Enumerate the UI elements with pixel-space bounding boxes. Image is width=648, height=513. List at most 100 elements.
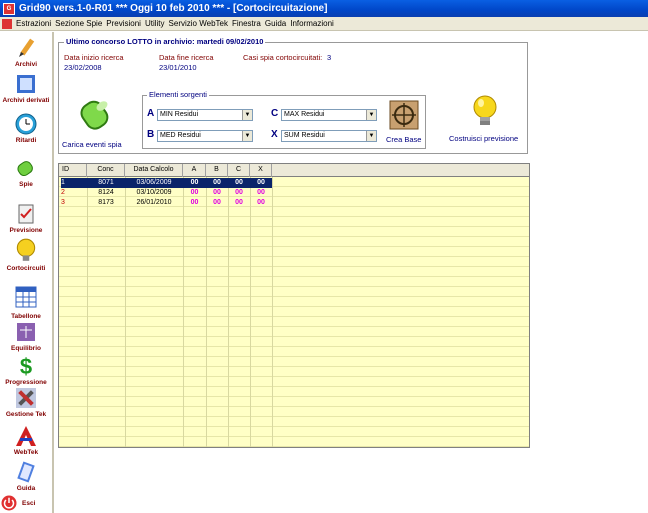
cell-a: 00 (183, 178, 206, 188)
sidebar-item-archivi[interactable]: Archivi (0, 36, 52, 68)
elementi-sorgenti-legend: Elementi sorgenti (147, 90, 209, 99)
combo-c[interactable]: MAX Residui ▼ (281, 109, 377, 121)
chevron-down-icon[interactable]: ▼ (366, 110, 376, 120)
notebook-icon (17, 75, 35, 93)
data-fine-value: 23/01/2010 (159, 63, 197, 72)
letter-b: B (147, 129, 155, 140)
costruisci-previsione-button[interactable] (470, 94, 500, 130)
sidebar-item-archivi-derivati[interactable]: Archivi derivati (0, 72, 52, 104)
col-x[interactable]: X (250, 164, 272, 177)
chevron-down-icon[interactable]: ▼ (242, 131, 252, 141)
menu-servizio-webtek[interactable]: Servizio WebTek (169, 19, 232, 28)
cell-x: 00 (257, 189, 265, 196)
cell-a: 00 (190, 189, 199, 196)
col-conc[interactable]: Conc (87, 164, 125, 177)
lamp-icon (17, 161, 33, 177)
costruisci-previsione-label[interactable]: Costruisci previsione (449, 134, 518, 143)
app-icon: G (3, 2, 15, 15)
col-id[interactable]: ID (59, 164, 87, 177)
bulb-icon (16, 238, 36, 261)
tools-icon (16, 388, 36, 408)
col-b[interactable]: B (206, 164, 228, 177)
combo-b[interactable]: MED Residui ▼ (157, 130, 253, 142)
dollar-icon: $ (20, 354, 32, 378)
title-bar: G Grid90 vers.1-0-R01 *** Oggi 10 feb 20… (0, 0, 648, 17)
menu-informazioni[interactable]: Informazioni (290, 19, 338, 28)
window-title: Grid90 vers.1-0-R01 *** Oggi 10 feb 2010… (19, 3, 328, 14)
clipboard-icon (18, 204, 34, 224)
last-draw-legend: Ultimo concorso LOTTO in archivio: marte… (64, 37, 266, 46)
menu-sezione-spie[interactable]: Sezione Spie (55, 19, 106, 28)
sidebar-item-cortocircuiti[interactable]: Cortocircuiti (0, 236, 52, 272)
webtek-logo-icon (16, 426, 36, 446)
carica-eventi-spia-label[interactable]: Carica eventi spia (62, 140, 122, 149)
letter-a: A (147, 108, 155, 119)
col-data-calcolo[interactable]: Data Calcolo (125, 164, 183, 177)
cell-conc: 8124 (98, 189, 114, 196)
chevron-down-icon[interactable]: ▼ (242, 110, 252, 120)
casi-spia-value: 3 (327, 53, 332, 62)
cell-b: 00 (213, 189, 221, 196)
svg-text:$: $ (20, 354, 32, 378)
cell-conc: 8173 (98, 199, 114, 206)
chevron-down-icon[interactable]: ▼ (366, 131, 376, 141)
cell-data: 03/06/2009 (125, 178, 183, 188)
cell-a: 00 (190, 199, 199, 206)
document-icon[interactable] (2, 18, 12, 29)
scale-icon (17, 323, 35, 341)
sidebar: Archivi Archivi derivati Ritardi Spie Pr… (0, 32, 54, 513)
carica-eventi-spia-button[interactable] (78, 96, 112, 136)
sidebar-item-spie[interactable]: Spie (0, 156, 52, 188)
table-row[interactable]: 3 8173 26/01/2010 00 00 00 00 (59, 198, 529, 208)
col-c[interactable]: C (228, 164, 250, 177)
menu-bar: Estrazioni Sezione Spie Previsioni Utili… (0, 17, 648, 31)
letter-c: C (271, 108, 279, 119)
crea-base-button[interactable] (389, 100, 419, 130)
data-fine-label: Data fine ricerca (159, 53, 214, 62)
sidebar-item-equilibrio[interactable]: Equilibrio (0, 320, 52, 352)
menu-utility[interactable]: Utility (145, 19, 169, 28)
cell-x: 00 (250, 178, 272, 188)
casi-spia-label: Casi spia cortocircuitati: (243, 53, 323, 62)
cell-data: 26/01/2010 (136, 199, 172, 206)
sidebar-item-tabellone[interactable]: Tabellone (0, 282, 52, 320)
menu-previsioni[interactable]: Previsioni (106, 19, 145, 28)
clock-icon (15, 113, 37, 135)
cell-c: 00 (228, 178, 250, 188)
guide-icon (17, 461, 35, 483)
cell-b: 00 (206, 178, 228, 188)
cell-conc: 8071 (87, 178, 125, 188)
calendar-icon (15, 286, 37, 308)
col-a[interactable]: A (183, 164, 206, 177)
exit-icon (1, 495, 17, 511)
table-row[interactable]: 2 8124 03/10/2009 00 00 00 00 (59, 188, 529, 198)
menu-finestra[interactable]: Finestra (232, 19, 265, 28)
sidebar-item-ritardi[interactable]: Ritardi (0, 112, 52, 144)
sidebar-item-gestione-tek[interactable]: Gestione Tek (0, 386, 52, 418)
cell-id: 1 (61, 178, 87, 188)
menu-guida[interactable]: Guida (265, 19, 290, 28)
sidebar-item-esci[interactable]: Esci (0, 494, 52, 512)
sidebar-item-guida[interactable]: Guida (0, 460, 52, 492)
cell-c: 00 (235, 199, 243, 206)
combo-a[interactable]: MIN Residui ▼ (157, 109, 253, 121)
data-inizio-label: Data inizio ricerca (64, 53, 124, 62)
menu-estrazioni[interactable]: Estrazioni (16, 19, 55, 28)
sidebar-item-previsione[interactable]: Previsione (0, 202, 52, 234)
letter-x: X (271, 129, 278, 140)
sidebar-item-progressione[interactable]: $ Progressione (0, 354, 52, 386)
cell-data: 03/10/2009 (136, 189, 172, 196)
cell-c: 00 (235, 189, 243, 196)
data-inizio-value: 23/02/2008 (64, 63, 102, 72)
sidebar-item-webtek[interactable]: WebTek (0, 424, 52, 456)
table-row[interactable]: 1 8071 03/06/2009 00 00 00 00 (59, 178, 529, 188)
crea-base-label[interactable]: Crea Base (386, 135, 421, 144)
combo-x[interactable]: SUM Residui ▼ (281, 130, 377, 142)
grid-header: ID Conc Data Calcolo A B C X (59, 164, 529, 177)
cell-b: 00 (213, 199, 221, 206)
cell-id: 2 (61, 189, 65, 196)
cell-x: 00 (257, 199, 265, 206)
pencil-icon (19, 38, 35, 57)
grid-lines (59, 177, 529, 447)
results-grid[interactable]: ID Conc Data Calcolo A B C X 1 8071 03/06/… (58, 163, 530, 448)
